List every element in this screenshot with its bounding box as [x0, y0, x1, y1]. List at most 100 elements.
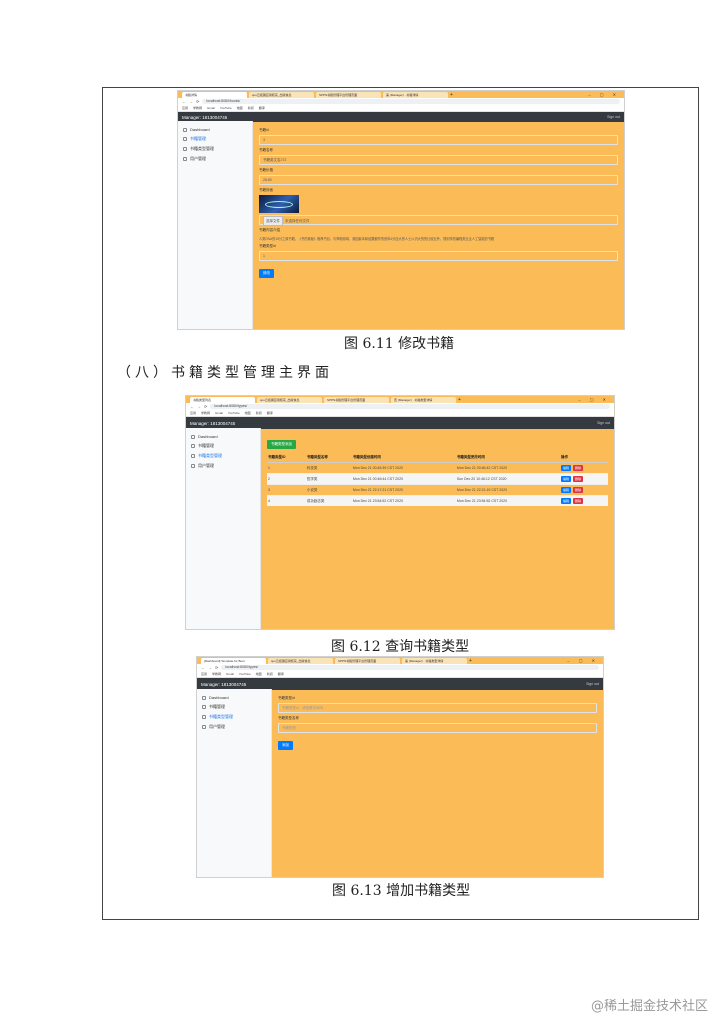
choose-file-button[interactable]: 选择文件 — [263, 216, 283, 226]
book-name-label: 书籍名称 — [259, 148, 273, 152]
bookmark[interactable]: 新闻 — [267, 672, 273, 676]
sidebar-item-dashboard[interactable]: Dashboard — [197, 693, 271, 702]
back-icon[interactable]: ← — [182, 99, 186, 104]
back-icon[interactable]: ← — [201, 665, 205, 670]
sidebar-item-books[interactable]: 书籍管理 — [178, 134, 252, 144]
bookmark[interactable]: 学教网 — [212, 672, 221, 676]
sidebar-item-book-types[interactable]: 书籍类型管理 — [186, 451, 260, 461]
column-header: 书籍类型创建时间 — [351, 453, 456, 463]
sidebar-item-dashboard[interactable]: Dashboard — [186, 432, 260, 441]
reload-icon[interactable]: ⟳ — [196, 99, 199, 104]
home-icon — [183, 127, 187, 132]
sidebar-item-users[interactable]: 用户管理 — [178, 154, 252, 164]
browser-tab-bar: [Dashboard] Template for Boot spu云拓展应用核实… — [197, 657, 603, 664]
sidebar-item-label: 书籍管理 — [190, 136, 206, 141]
add-submit-button[interactable]: 添加 — [278, 741, 293, 750]
bookmark[interactable]: 应用 — [190, 411, 196, 415]
bookmark[interactable]: Gmail — [207, 106, 215, 110]
book-id-input[interactable]: 3 — [259, 135, 618, 145]
delete-button[interactable]: 删除 — [573, 498, 584, 504]
browser-tab[interactable]: SPPN书籍管理平台管理页面 — [324, 397, 389, 403]
sidebar-item-users[interactable]: 用户管理 — [186, 461, 260, 471]
forward-icon[interactable]: → — [208, 665, 212, 670]
forward-icon[interactable]: → — [189, 99, 193, 104]
new-tab-icon[interactable]: + — [450, 92, 456, 98]
table-cell: Mon Dec 21 00:46:42 CST 2020 — [455, 462, 560, 474]
browser-tab[interactable]: [Dashboard] Template for Boot — [201, 658, 266, 664]
bookmark[interactable]: 地图 — [256, 672, 262, 676]
type-id-input[interactable]: 书籍类型id，请按数字填写 — [278, 703, 597, 713]
column-header: 操作 — [559, 453, 608, 463]
bookmark[interactable]: 学教网 — [193, 106, 202, 110]
browser-tab[interactable]: 查 (Manager) · 书籍类型详情 — [391, 397, 456, 403]
book-price-input[interactable]: 28.80 — [259, 175, 618, 185]
new-tab-icon[interactable]: + — [458, 397, 464, 403]
bookmark[interactable]: 地图 — [237, 106, 243, 110]
bookmark[interactable]: 翻译 — [278, 672, 284, 676]
url-field[interactable]: localhost:8080/types/ — [221, 665, 599, 670]
browser-tab[interactable]: SPPN书籍管理平台管理页面 — [316, 92, 381, 98]
edit-button[interactable]: 编辑 — [560, 487, 571, 493]
back-icon[interactable]: ← — [190, 404, 194, 409]
browser-tab[interactable]: spu云拓展应用核实_出版信息 — [268, 658, 333, 664]
reload-icon[interactable]: ⟳ — [215, 665, 218, 670]
sidebar-item-label: 用户管理 — [198, 463, 214, 468]
sidebar-item-dashboard[interactable]: Dashboard — [178, 125, 252, 134]
bookmark[interactable]: Gmail — [215, 411, 223, 415]
sign-out-link[interactable]: Sign out — [597, 421, 614, 425]
users-icon — [202, 725, 206, 729]
bookmark[interactable]: 新闻 — [256, 411, 262, 415]
url-field[interactable]: localhost:8080/books/ — [202, 99, 620, 104]
bookmark[interactable]: Gmail — [226, 672, 234, 676]
window-controls[interactable]: – ▢ ✕ — [588, 92, 624, 98]
reload-icon[interactable]: ⟳ — [204, 404, 207, 409]
sign-out-link[interactable]: Sign out — [586, 682, 603, 686]
bookmark[interactable]: YouTube — [228, 411, 240, 415]
type-name-input[interactable]: 书籍类型 — [278, 723, 597, 733]
edit-button[interactable]: 编辑 — [560, 498, 571, 504]
edit-submit-button[interactable]: 修改 — [259, 269, 274, 278]
bookmark[interactable]: 翻译 — [259, 106, 265, 110]
bookmark[interactable]: 学教网 — [201, 411, 210, 415]
edit-button[interactable]: 编辑 — [560, 476, 571, 482]
sidebar-item-book-types[interactable]: 书籍类型管理 — [197, 712, 271, 722]
delete-button[interactable]: 删除 — [573, 476, 584, 482]
edit-button[interactable]: 编辑 — [560, 465, 571, 471]
sidebar-item-books[interactable]: 书籍管理 — [197, 702, 271, 712]
sidebar-item-users[interactable]: 用户管理 — [197, 722, 271, 732]
sidebar-item-book-types[interactable]: 书籍类型管理 — [178, 144, 252, 154]
browser-tab[interactable]: 第 (Manager) · 书籍类型详情 — [402, 658, 467, 664]
book-type-input[interactable]: 1 — [259, 251, 618, 261]
book-price-label: 书籍价格 — [259, 168, 273, 172]
bookmark[interactable]: 应用 — [182, 106, 188, 110]
browser-tab[interactable]: spu云拓展应用核实_出版信息 — [249, 92, 314, 98]
book-name-input[interactable]: 书籍英文名272 — [259, 155, 618, 165]
table-cell: 哲学类 — [305, 473, 352, 485]
browser-tab[interactable]: 书籍详情 — [182, 92, 247, 98]
bookmark[interactable]: 翻译 — [267, 411, 273, 415]
browser-tab[interactable]: SPPN书籍管理平台管理页面 — [335, 658, 400, 664]
url-field[interactable]: localhost:8080/types/ — [210, 404, 610, 409]
bookmark[interactable]: 应用 — [201, 672, 207, 676]
browser-tab[interactable]: 书籍类型列表 — [190, 397, 255, 403]
forward-icon[interactable]: → — [197, 404, 201, 409]
table-cell: Mon Dec 21 00:46:39 CST 2020 — [351, 462, 456, 474]
bookmark[interactable]: YouTube — [239, 672, 251, 676]
bookmark[interactable]: 地图 — [245, 411, 251, 415]
sign-out-link[interactable]: Sign out — [607, 115, 624, 119]
sidebar-item-books[interactable]: 书籍管理 — [186, 441, 260, 451]
book-desc-input[interactable]: 人类DNA的15分之原书籍，《书的奥秘》推荐书目，与神相领域，我因最本和经要都作… — [259, 236, 618, 241]
bookmark[interactable]: 新闻 — [248, 106, 254, 110]
screenshot-list-types: 书籍类型列表 spu云拓展应用核实_出版信息 SPPN书籍管理平台管理页面 查 … — [186, 396, 614, 629]
delete-button[interactable]: 删除 — [573, 465, 584, 471]
window-controls[interactable]: – ▢ ✕ — [567, 658, 603, 664]
cover-file-input[interactable]: 选择文件 未选择任何文件 — [259, 215, 618, 226]
add-type-button[interactable]: 书籍类型添加 — [267, 440, 296, 449]
figure-caption: 图 6.11 修改书籍 — [344, 336, 455, 352]
browser-tab[interactable]: 第 (Manager) · 书籍详情 — [383, 92, 448, 98]
browser-tab[interactable]: spu云拓展应用核实_出版信息 — [257, 397, 322, 403]
window-controls[interactable]: – ▢ ✕ — [578, 397, 614, 403]
delete-button[interactable]: 删除 — [573, 487, 584, 493]
bookmark[interactable]: YouTube — [220, 106, 232, 110]
new-tab-icon[interactable]: + — [469, 658, 475, 664]
